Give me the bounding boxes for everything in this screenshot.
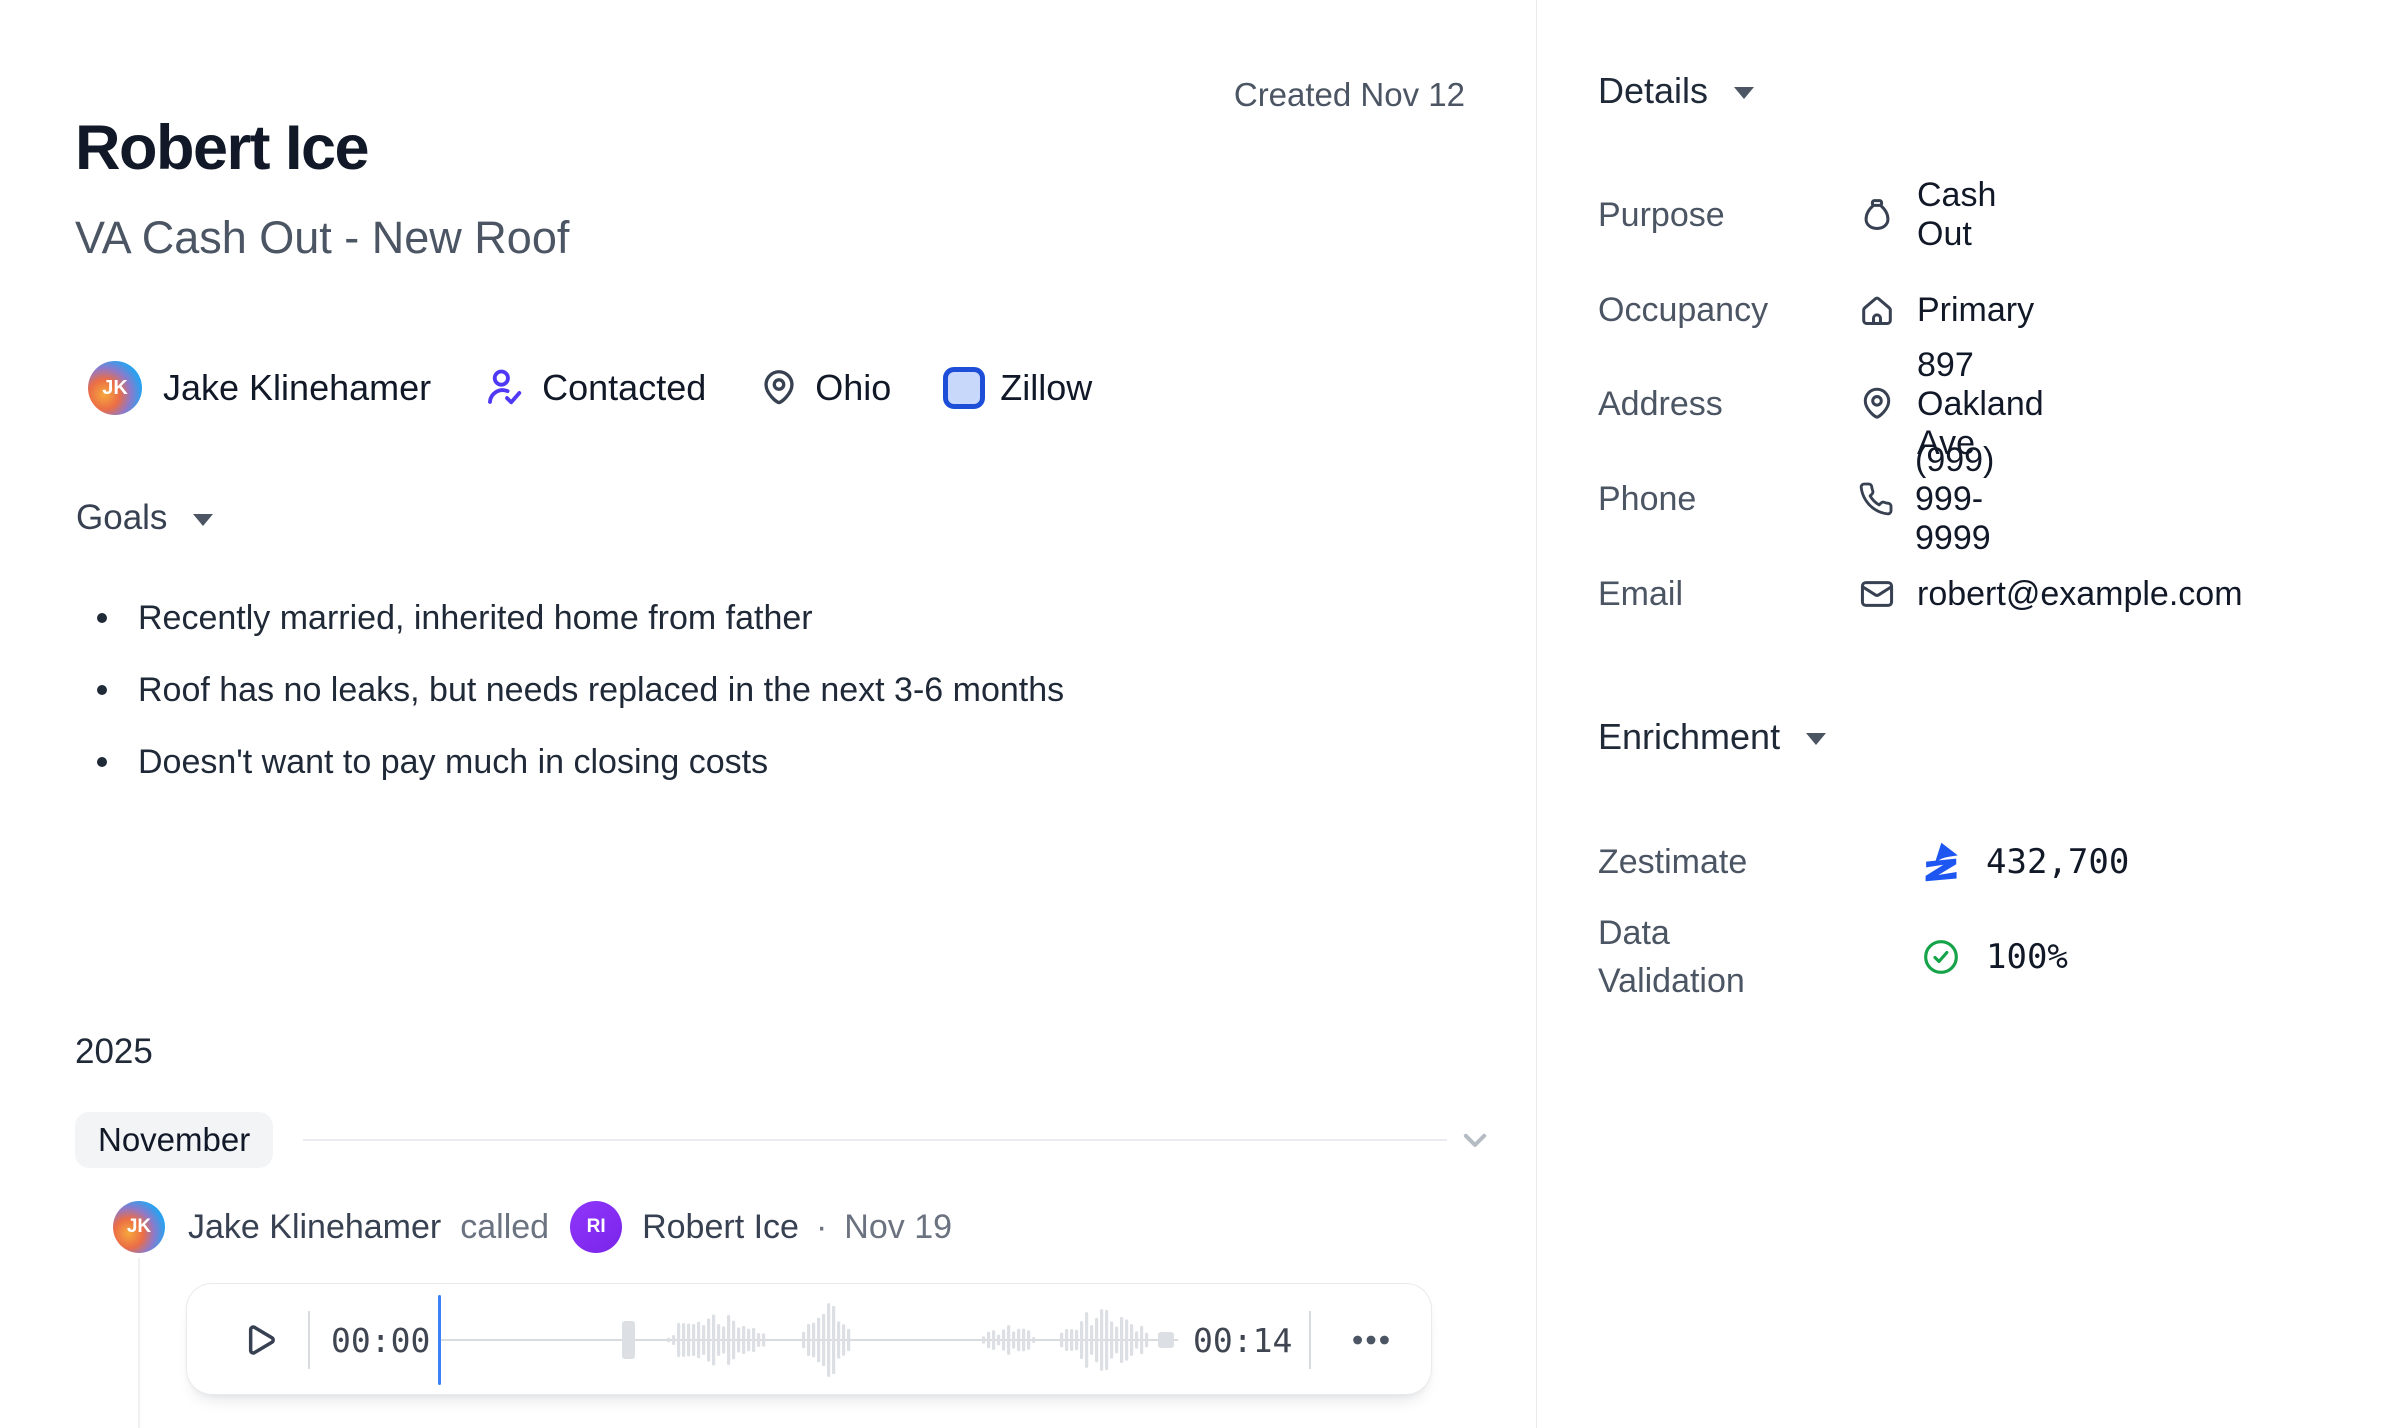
- money-bag-icon: [1858, 196, 1896, 234]
- details-sidebar: Details Purpose Cash Out Occupancy: [1537, 0, 2382, 1428]
- goal-item: Roof has no leaks, but needs replaced in…: [75, 668, 1375, 713]
- house-icon: [1858, 291, 1896, 329]
- dropdown-triangle-icon: [1734, 87, 1754, 99]
- field-value: robert@example.com: [1917, 575, 2243, 614]
- player-divider: [308, 1311, 310, 1369]
- phone-icon: [1858, 481, 1894, 517]
- details-section-toggle[interactable]: Details: [1598, 70, 1754, 112]
- zillow-badge-icon: [943, 367, 985, 409]
- waveform[interactable]: [440, 1294, 1184, 1386]
- lead-detail-page: Created Nov 12 Robert Ice VA Cash Out - …: [0, 0, 2382, 1428]
- field-label: Address: [1598, 380, 1723, 428]
- zillow-logo-icon: [1920, 841, 1962, 883]
- user-check-icon: [483, 366, 527, 410]
- audio-player: 00:00 00:14: [186, 1283, 1432, 1395]
- field-value: Cash Out: [1917, 176, 1996, 254]
- dropdown-triangle-icon: [193, 514, 213, 526]
- location-chip: Ohio: [758, 367, 891, 409]
- field-value: Primary: [1917, 291, 2034, 330]
- play-button[interactable]: [221, 1304, 295, 1376]
- check-circle-icon: [1920, 937, 1962, 977]
- goal-item: Doesn't want to pay much in closing cost…: [75, 740, 1375, 785]
- field-label: Occupancy: [1598, 286, 1768, 334]
- avatar-initials: RI: [587, 1216, 606, 1238]
- details-label: Details: [1598, 70, 1708, 112]
- duration-time: 00:14: [1193, 1284, 1292, 1396]
- current-time: 00:00: [331, 1284, 430, 1396]
- field-label: Data Validation: [1598, 909, 1745, 1005]
- contact-attribute-row: JK Jake Klinehamer Contacted: [88, 360, 1092, 416]
- timeline-month-row[interactable]: November: [75, 1112, 1495, 1168]
- separator-dot: ·: [816, 1208, 827, 1247]
- source-chip: Zillow: [943, 367, 1092, 409]
- field-label: Zestimate: [1598, 838, 1747, 886]
- status-label: Contacted: [542, 367, 706, 409]
- timeline-year: 2025: [75, 1032, 153, 1072]
- map-pin-icon: [1858, 385, 1896, 423]
- field-value: 432,700: [1986, 842, 2129, 882]
- avatar-initials: JK: [127, 1216, 151, 1238]
- main-column: Created Nov 12 Robert Ice VA Cash Out - …: [0, 0, 1537, 1428]
- avatar[interactable]: RI: [570, 1201, 622, 1253]
- avatar[interactable]: JK: [88, 361, 142, 415]
- ellipsis-icon: [1348, 1317, 1394, 1363]
- enrichment-section-toggle[interactable]: Enrichment: [1598, 716, 1826, 758]
- month-chip[interactable]: November: [75, 1112, 273, 1168]
- month-divider-line: [303, 1139, 1447, 1141]
- field-label: Purpose: [1598, 191, 1725, 239]
- goals-section-toggle[interactable]: Goals: [76, 498, 213, 538]
- call-event-row: JK Jake Klinehamer called RI Robert Ice …: [113, 1201, 952, 1253]
- lead-subtitle: VA Cash Out - New Roof: [75, 212, 569, 264]
- player-menu-button[interactable]: [1335, 1304, 1407, 1376]
- dropdown-triangle-icon: [1806, 733, 1826, 745]
- avatar-initials: JK: [102, 377, 128, 400]
- play-icon: [236, 1318, 280, 1362]
- map-pin-icon: [758, 367, 800, 409]
- call-date: Nov 19: [844, 1208, 952, 1247]
- goals-label: Goals: [76, 498, 167, 538]
- mail-icon: [1858, 575, 1896, 613]
- playhead-cursor[interactable]: [438, 1295, 441, 1385]
- field-value: (999) 999-9999: [1915, 441, 1996, 558]
- call-action: called: [460, 1208, 549, 1247]
- goal-item: Recently married, inherited home from fa…: [75, 596, 1375, 641]
- source-label: Zillow: [1000, 367, 1092, 409]
- field-value: 100%: [1986, 937, 2068, 977]
- owner-name[interactable]: Jake Klinehamer: [163, 367, 431, 409]
- field-label: Phone: [1598, 475, 1696, 523]
- field-label: Email: [1598, 570, 1683, 618]
- timeline-connector-line: [138, 1258, 140, 1428]
- avatar[interactable]: JK: [113, 1201, 165, 1253]
- status-chip: Contacted: [483, 366, 706, 410]
- enrichment-label: Enrichment: [1598, 716, 1780, 758]
- created-date: Created Nov 12: [1234, 76, 1465, 114]
- chevron-down-icon[interactable]: [1455, 1120, 1495, 1160]
- player-divider: [1309, 1311, 1311, 1369]
- call-actor[interactable]: Jake Klinehamer: [188, 1208, 441, 1247]
- location-label: Ohio: [815, 367, 891, 409]
- call-target[interactable]: Robert Ice: [642, 1208, 799, 1247]
- page-title: Robert Ice: [75, 112, 368, 184]
- goals-list: Recently married, inherited home from fa…: [75, 596, 1375, 812]
